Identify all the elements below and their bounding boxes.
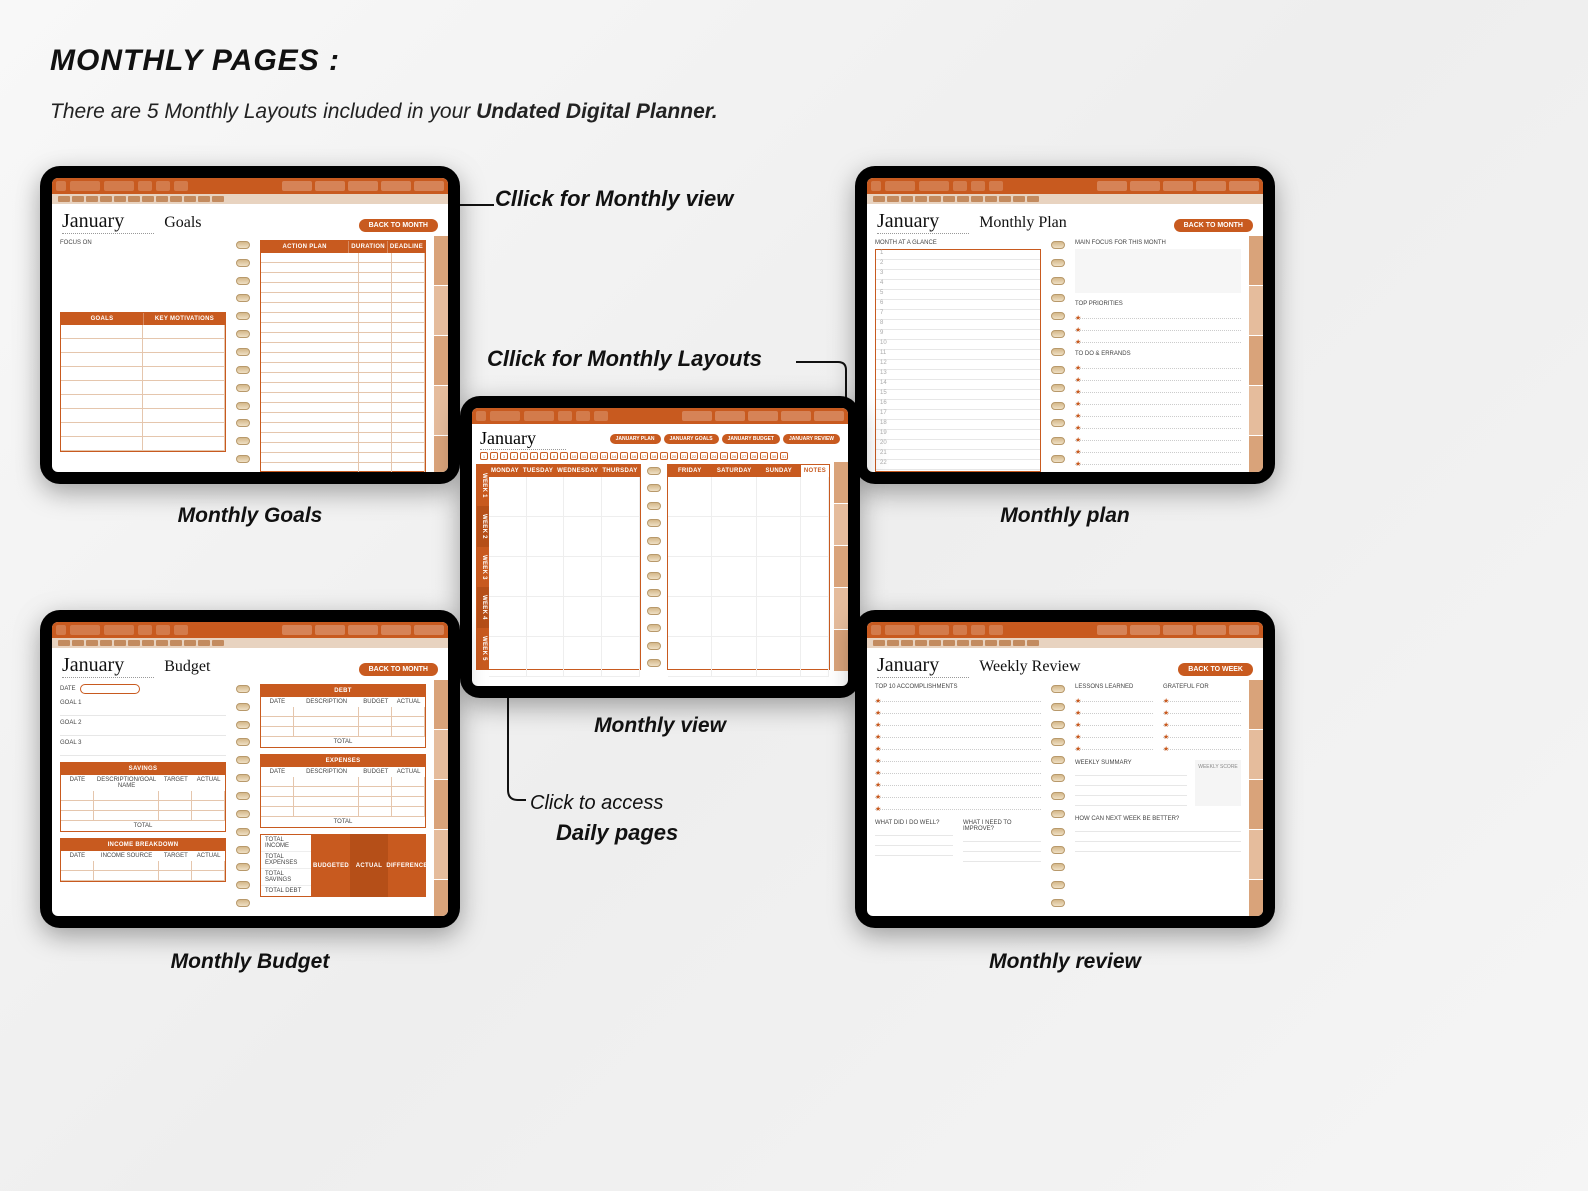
col-action-plan: ACTION PLAN [261,241,348,253]
planner-topnav[interactable] [867,178,1263,194]
expenses-header: EXPENSES [261,755,425,767]
total-label: TOTAL [261,817,425,827]
month-title: January [877,210,969,234]
caption-plan: Monthly plan [855,504,1275,528]
total-savings: TOTAL SAVINGS [261,868,311,885]
day-col: TUESDAY [521,465,555,477]
annot-monthly-view: Cllick for Monthly view [495,186,733,212]
month-title: January [62,654,154,678]
tablet-monthly-goals: January Goals BACK TO MONTH FOCUS ON GOA… [40,166,460,484]
label-date: DATE [60,686,76,692]
page-title: MONTHLY PAGES : [50,44,718,78]
total-debt: TOTAL DEBT [261,885,311,896]
day-col: THURSDAY [600,465,639,477]
calendar-grid-left[interactable] [489,477,640,677]
planner-topnav[interactable] [52,622,448,638]
planner-topnav[interactable] [52,178,448,194]
month-title: January [62,210,154,234]
day-col: WEDNESDAY [555,465,600,477]
todo-list[interactable]: ★★★★★★★★★★ [1075,357,1241,472]
calendar-grid-right[interactable] [668,477,830,677]
planner-topnav[interactable] [472,408,848,424]
col-deadline: DEADLINE [387,241,425,253]
focus-box[interactable] [1075,249,1241,293]
label-month-glance: MONTH AT A GLANCE [875,240,1041,246]
back-to-month-button[interactable]: BACK TO MONTH [359,663,438,676]
layout-title: Weekly Review [979,658,1080,676]
income-rows[interactable] [61,861,225,881]
tablet-monthly-review: January Weekly Review BACK TO WEEK TOP 1… [855,610,1275,928]
month-strip[interactable] [867,638,1263,648]
arrow-icon [488,680,528,810]
caption-goals: Monthly Goals [40,504,460,528]
annot-monthly-layouts: Cllick for Monthly Layouts [487,346,762,372]
col-motivation: KEY MOTIVATIONS [143,313,225,325]
savings-header: SAVINGS [61,763,225,775]
layout-title: Goals [164,214,201,232]
total-expenses: TOTAL EXPENSES [261,851,311,868]
col-actual: ACTUAL [350,834,388,897]
caption-view: Monthly view [460,714,860,738]
day-col: SUNDAY [757,465,802,477]
month-title: January [877,654,969,678]
income-header: INCOME BREAKDOWN [61,839,225,851]
date-field[interactable] [80,684,140,694]
col-budgeted: BUDGETED [312,834,350,897]
label-main-focus: MAIN FOCUS FOR THIS MONTH [1075,240,1241,246]
total-income: TOTAL INCOME [261,835,311,851]
day-col: SATURDAY [712,465,757,477]
tablet-monthly-budget: January Budget BACK TO MONTH DATE GOAL 1… [40,610,460,928]
day-col: FRIDAY [668,465,713,477]
goals-rows[interactable] [61,325,225,451]
tablet-monthly-view: January JANUARY PLAN JANUARY GOALS JANUA… [460,396,860,698]
week-tab[interactable]: WEEK 3 [477,547,489,588]
action-plan-rows[interactable] [261,253,425,472]
layout-title: Budget [164,658,210,676]
month-strip[interactable] [52,194,448,204]
subtitle: There are 5 Monthly Layouts included in … [50,100,718,124]
week-tab[interactable]: WEEK 1 [477,465,489,506]
notes-col: NOTES [801,465,829,477]
week-tab[interactable]: WEEK 5 [477,628,489,669]
expenses-rows[interactable] [261,777,425,817]
tablet-monthly-plan: January Monthly Plan BACK TO MONTH MONTH… [855,166,1275,484]
savings-rows[interactable] [61,791,225,821]
month-title: January [480,428,566,450]
day-dots[interactable]: 1234567891011121314151617181920212223242… [472,450,848,462]
planner-topnav[interactable] [867,622,1263,638]
total-label: TOTAL [61,821,225,831]
layout-tabs[interactable]: JANUARY PLAN JANUARY GOALS JANUARY BUDGE… [610,434,840,444]
annot-daily-b: Daily pages [556,820,678,846]
debt-rows[interactable] [261,707,425,737]
day-col: MONDAY [489,465,521,477]
week-tab[interactable]: WEEK 2 [477,506,489,547]
col-goals: GOALS [61,313,143,325]
caption-review: Monthly review [855,950,1275,974]
debt-header: DEBT [261,685,425,697]
accomplishments-list[interactable]: ★★★★★★★★★★ [875,690,1041,810]
week-tab[interactable]: WEEK 4 [477,587,489,628]
lessons-list[interactable]: ★★★★★ [1075,690,1153,750]
layout-title: Monthly Plan [979,214,1067,232]
total-label: TOTAL [261,737,425,747]
back-to-week-button[interactable]: BACK TO WEEK [1178,663,1253,676]
glance-list[interactable]: 12345678910111213141516171819202122 [875,249,1041,472]
priorities-list[interactable]: ★★★ [1075,307,1241,343]
weekly-score-box[interactable]: WEEKLY SCORE [1195,760,1241,806]
month-strip[interactable] [52,638,448,648]
col-duration: DURATION [348,241,387,253]
back-to-month-button[interactable]: BACK TO MONTH [359,219,438,232]
month-strip[interactable] [867,194,1263,204]
annot-daily-a: Click to access [530,792,663,815]
back-to-month-button[interactable]: BACK TO MONTH [1174,219,1253,232]
grateful-list[interactable]: ★★★★★ [1163,690,1241,750]
col-difference: DIFFERENCE [388,834,426,897]
label-improve: WHAT I NEED TO IMPROVE? [963,820,1041,832]
caption-budget: Monthly Budget [40,950,460,974]
